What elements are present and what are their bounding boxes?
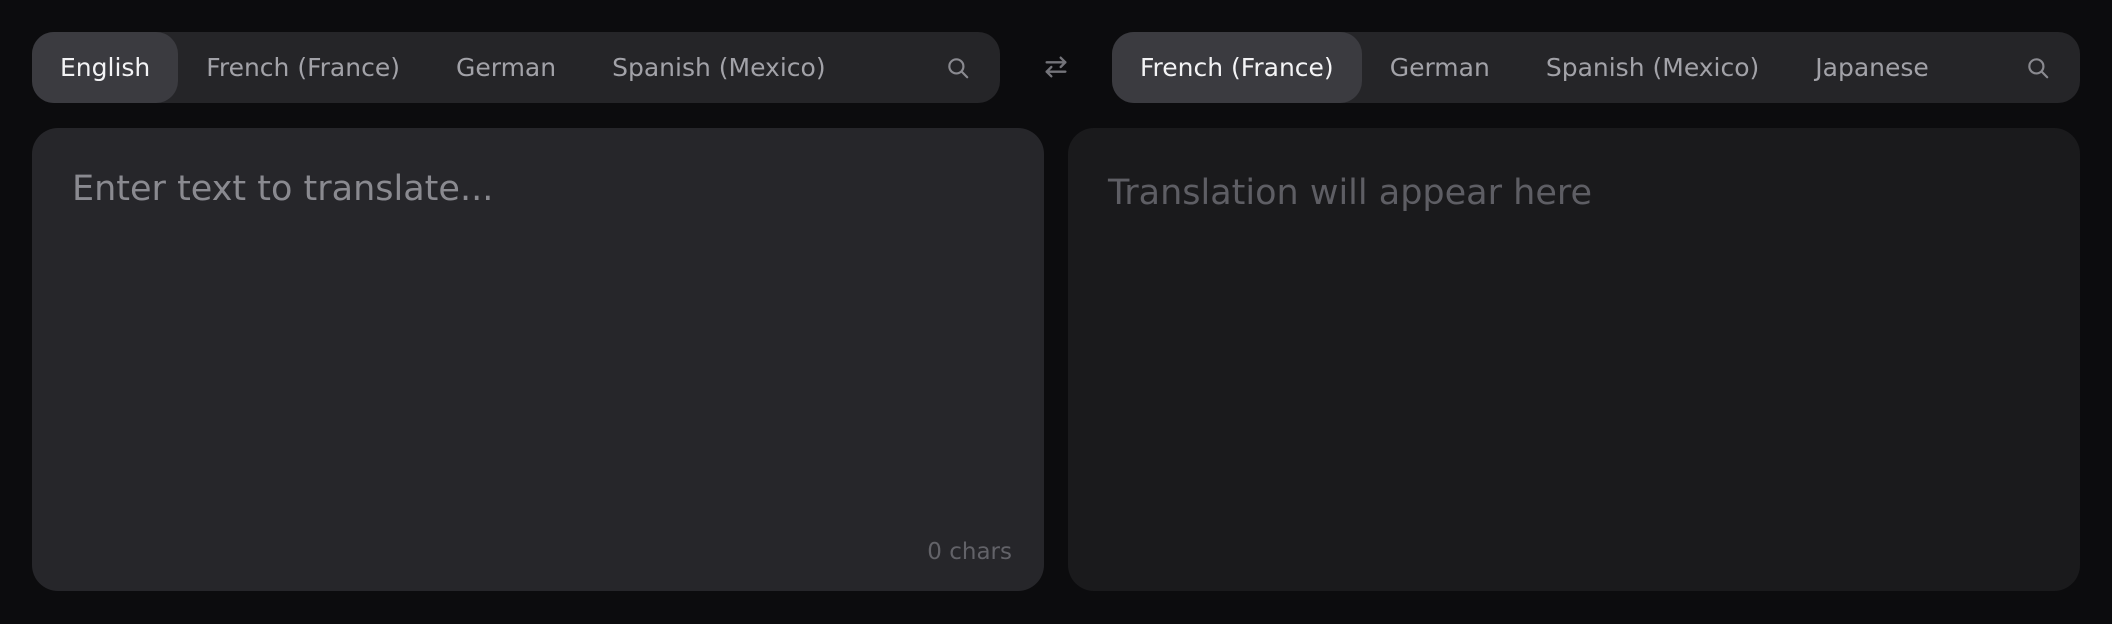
search-icon [2028, 57, 2049, 78]
search-icon [948, 57, 969, 78]
target-lang-tab-japanese[interactable]: Japanese [1787, 32, 1957, 103]
source-lang-tab-french-france[interactable]: French (France) [178, 32, 428, 103]
char-count: 0 chars [927, 539, 1012, 565]
source-lang-tab-german[interactable]: German [428, 32, 584, 103]
translation-output-panel: Translation will appear here [1068, 128, 2080, 591]
source-text-panel: 0 chars [32, 128, 1044, 591]
source-language-bar: English French (France) German Spanish (… [32, 32, 1000, 103]
source-text-input[interactable] [72, 168, 1004, 488]
target-lang-tab-german[interactable]: German [1362, 32, 1518, 103]
translation-output-text: Translation will appear here [1108, 173, 1593, 213]
swap-arrows-icon [1045, 56, 1067, 78]
target-lang-tab-spanish-mexico[interactable]: Spanish (Mexico) [1518, 32, 1787, 103]
target-search-button[interactable] [2018, 32, 2058, 103]
source-lang-tab-english[interactable]: English [32, 32, 179, 103]
source-search-button[interactable] [938, 32, 978, 103]
swap-languages-button[interactable] [1036, 44, 1076, 90]
target-lang-tab-french-france[interactable]: French (France) [1112, 32, 1362, 103]
source-lang-tab-spanish-mexico[interactable]: Spanish (Mexico) [584, 32, 853, 103]
target-language-bar: French (France) German Spanish (Mexico) … [1112, 32, 2080, 103]
